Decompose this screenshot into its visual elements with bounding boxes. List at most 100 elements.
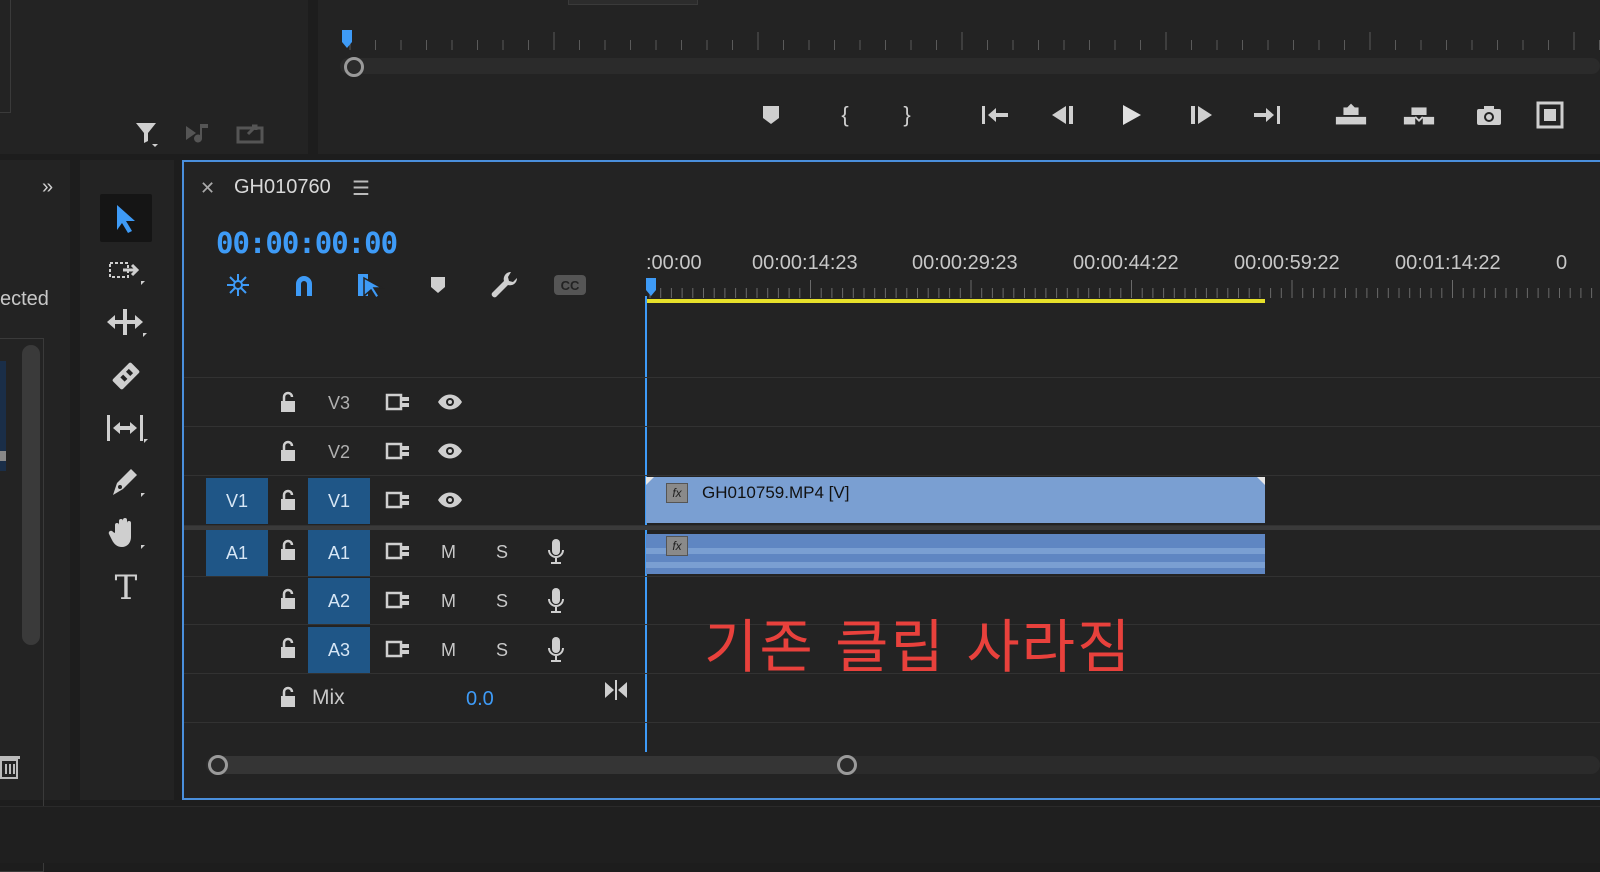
eye-icon[interactable] [436, 486, 464, 514]
microphone-icon[interactable] [542, 635, 570, 663]
lock-icon[interactable] [274, 388, 302, 416]
ripple-edit-tool-icon[interactable] [100, 298, 152, 346]
settings-wrench-icon[interactable] [486, 270, 522, 300]
source-frame [0, 0, 11, 113]
scroll-handle-left[interactable] [208, 755, 228, 775]
program-ruler[interactable] [340, 30, 1600, 56]
project-list-frame [0, 338, 44, 872]
step-forward-icon[interactable] [1184, 98, 1218, 132]
sequence-tab-title[interactable]: GH010760 [234, 176, 331, 199]
video-clip-name: GH010759.MP4 [V] [702, 483, 850, 502]
program-monitor-tab [568, 0, 698, 5]
sync-lock-icon[interactable] [384, 635, 412, 663]
lock-icon[interactable] [274, 486, 302, 514]
comparison-view-icon[interactable] [1536, 98, 1566, 132]
track-name-v3[interactable]: V3 [308, 380, 370, 426]
filter-icon[interactable] [134, 120, 160, 153]
track-name-a2[interactable]: A2 [308, 578, 370, 624]
mix-volume-value[interactable]: 0.0 [466, 688, 494, 711]
sync-lock-icon[interactable] [384, 437, 412, 465]
sync-lock-icon[interactable] [384, 537, 412, 565]
scroll-thumb[interactable] [216, 756, 846, 774]
go-to-out-icon[interactable] [1250, 98, 1284, 132]
track-select-tool-icon[interactable] [100, 246, 152, 294]
go-to-edit-point-icon[interactable] [602, 676, 630, 704]
tools-panel: T [80, 160, 174, 800]
export-frame-icon[interactable] [1472, 98, 1506, 132]
ruler-label: 00:00:59:22 [1234, 252, 1340, 274]
slip-tool-icon[interactable] [100, 404, 152, 452]
ruler-label: 00:00:14:23 [752, 252, 858, 274]
selection-tool-icon[interactable] [100, 194, 152, 242]
mute-button[interactable]: M [441, 640, 456, 661]
step-back-icon[interactable] [1046, 98, 1080, 132]
program-zoom-scrollbar[interactable] [340, 57, 1600, 77]
mute-button[interactable]: M [441, 591, 456, 612]
lock-icon[interactable] [274, 683, 302, 711]
snap-icon[interactable] [286, 270, 322, 300]
project-scrollbar[interactable] [22, 345, 40, 645]
solo-button[interactable]: S [496, 640, 508, 661]
timeline-zoom-scrollbar[interactable] [206, 755, 1600, 775]
mark-in-icon[interactable]: { [828, 98, 862, 132]
add-marker-icon[interactable] [754, 98, 788, 132]
lift-icon[interactable] [1334, 98, 1368, 132]
type-tool-icon[interactable]: T [100, 564, 152, 612]
solo-button[interactable]: S [496, 591, 508, 612]
track-name-a1[interactable]: A1 [308, 530, 370, 576]
lock-icon[interactable] [274, 437, 302, 465]
solo-button[interactable]: S [496, 542, 508, 563]
mix-label: Mix [312, 686, 345, 709]
audio-waveform-band [646, 562, 1265, 568]
linked-selection-icon[interactable] [352, 270, 388, 300]
lock-icon[interactable] [274, 634, 302, 662]
play-icon[interactable] [1114, 98, 1148, 132]
razor-tool-icon[interactable] [100, 352, 152, 400]
audio-clip[interactable] [646, 534, 1265, 574]
panel-menu-icon[interactable]: ☰ [352, 176, 370, 201]
nest-toggle-icon[interactable] [220, 270, 256, 300]
video-audio-divider [184, 525, 1600, 530]
sync-lock-icon[interactable] [384, 486, 412, 514]
hand-tool-icon[interactable] [100, 510, 152, 558]
expand-panels-icon[interactable]: » [42, 176, 53, 199]
mark-out-icon[interactable]: } [890, 98, 924, 132]
microphone-icon[interactable] [542, 586, 570, 614]
lock-icon[interactable] [274, 536, 302, 564]
track-name-v2[interactable]: V2 [308, 429, 370, 475]
ruler-label: 00:01:14:22 [1395, 252, 1501, 274]
eye-icon[interactable] [436, 388, 464, 416]
timeline-ruler[interactable] [646, 276, 1600, 306]
sync-lock-icon[interactable] [384, 388, 412, 416]
go-to-in-icon[interactable] [978, 98, 1012, 132]
captions-icon[interactable]: CC [552, 270, 588, 300]
lock-icon[interactable] [274, 585, 302, 613]
sync-lock-icon[interactable] [384, 586, 412, 614]
work-area-bar[interactable] [646, 299, 1265, 303]
playhead-timecode[interactable]: 00:00:00:00 [216, 226, 398, 260]
add-marker-icon[interactable] [420, 270, 456, 300]
fx-badge[interactable]: fx [666, 536, 688, 556]
fx-badge[interactable]: fx [666, 483, 688, 503]
eye-icon[interactable] [436, 437, 464, 465]
ruler-label: :00:00 [646, 252, 702, 274]
trash-icon[interactable] [0, 754, 22, 785]
source-patch-a1[interactable]: A1 [206, 530, 268, 576]
pen-tool-icon[interactable] [100, 458, 152, 506]
track-name-v1[interactable]: V1 [308, 478, 370, 524]
annotation-text: 기존 클립 사라짐 [704, 613, 1133, 681]
thumbnail-bar [0, 451, 6, 461]
source-patch-v1[interactable]: V1 [206, 478, 268, 524]
track-name-a3[interactable]: A3 [308, 627, 370, 673]
project-panel: ected [0, 160, 70, 872]
overwrite-icon[interactable] [236, 120, 266, 151]
microphone-icon[interactable] [542, 537, 570, 565]
extract-icon[interactable] [1402, 98, 1436, 132]
scroll-handle-right[interactable] [837, 755, 857, 775]
mute-button[interactable]: M [441, 542, 456, 563]
clip-corner-marks [646, 477, 1265, 485]
timeline-playhead[interactable] [646, 278, 656, 296]
insert-icon[interactable] [184, 120, 214, 151]
close-icon[interactable]: ✕ [200, 178, 215, 199]
scroll-handle-left[interactable] [344, 57, 364, 77]
